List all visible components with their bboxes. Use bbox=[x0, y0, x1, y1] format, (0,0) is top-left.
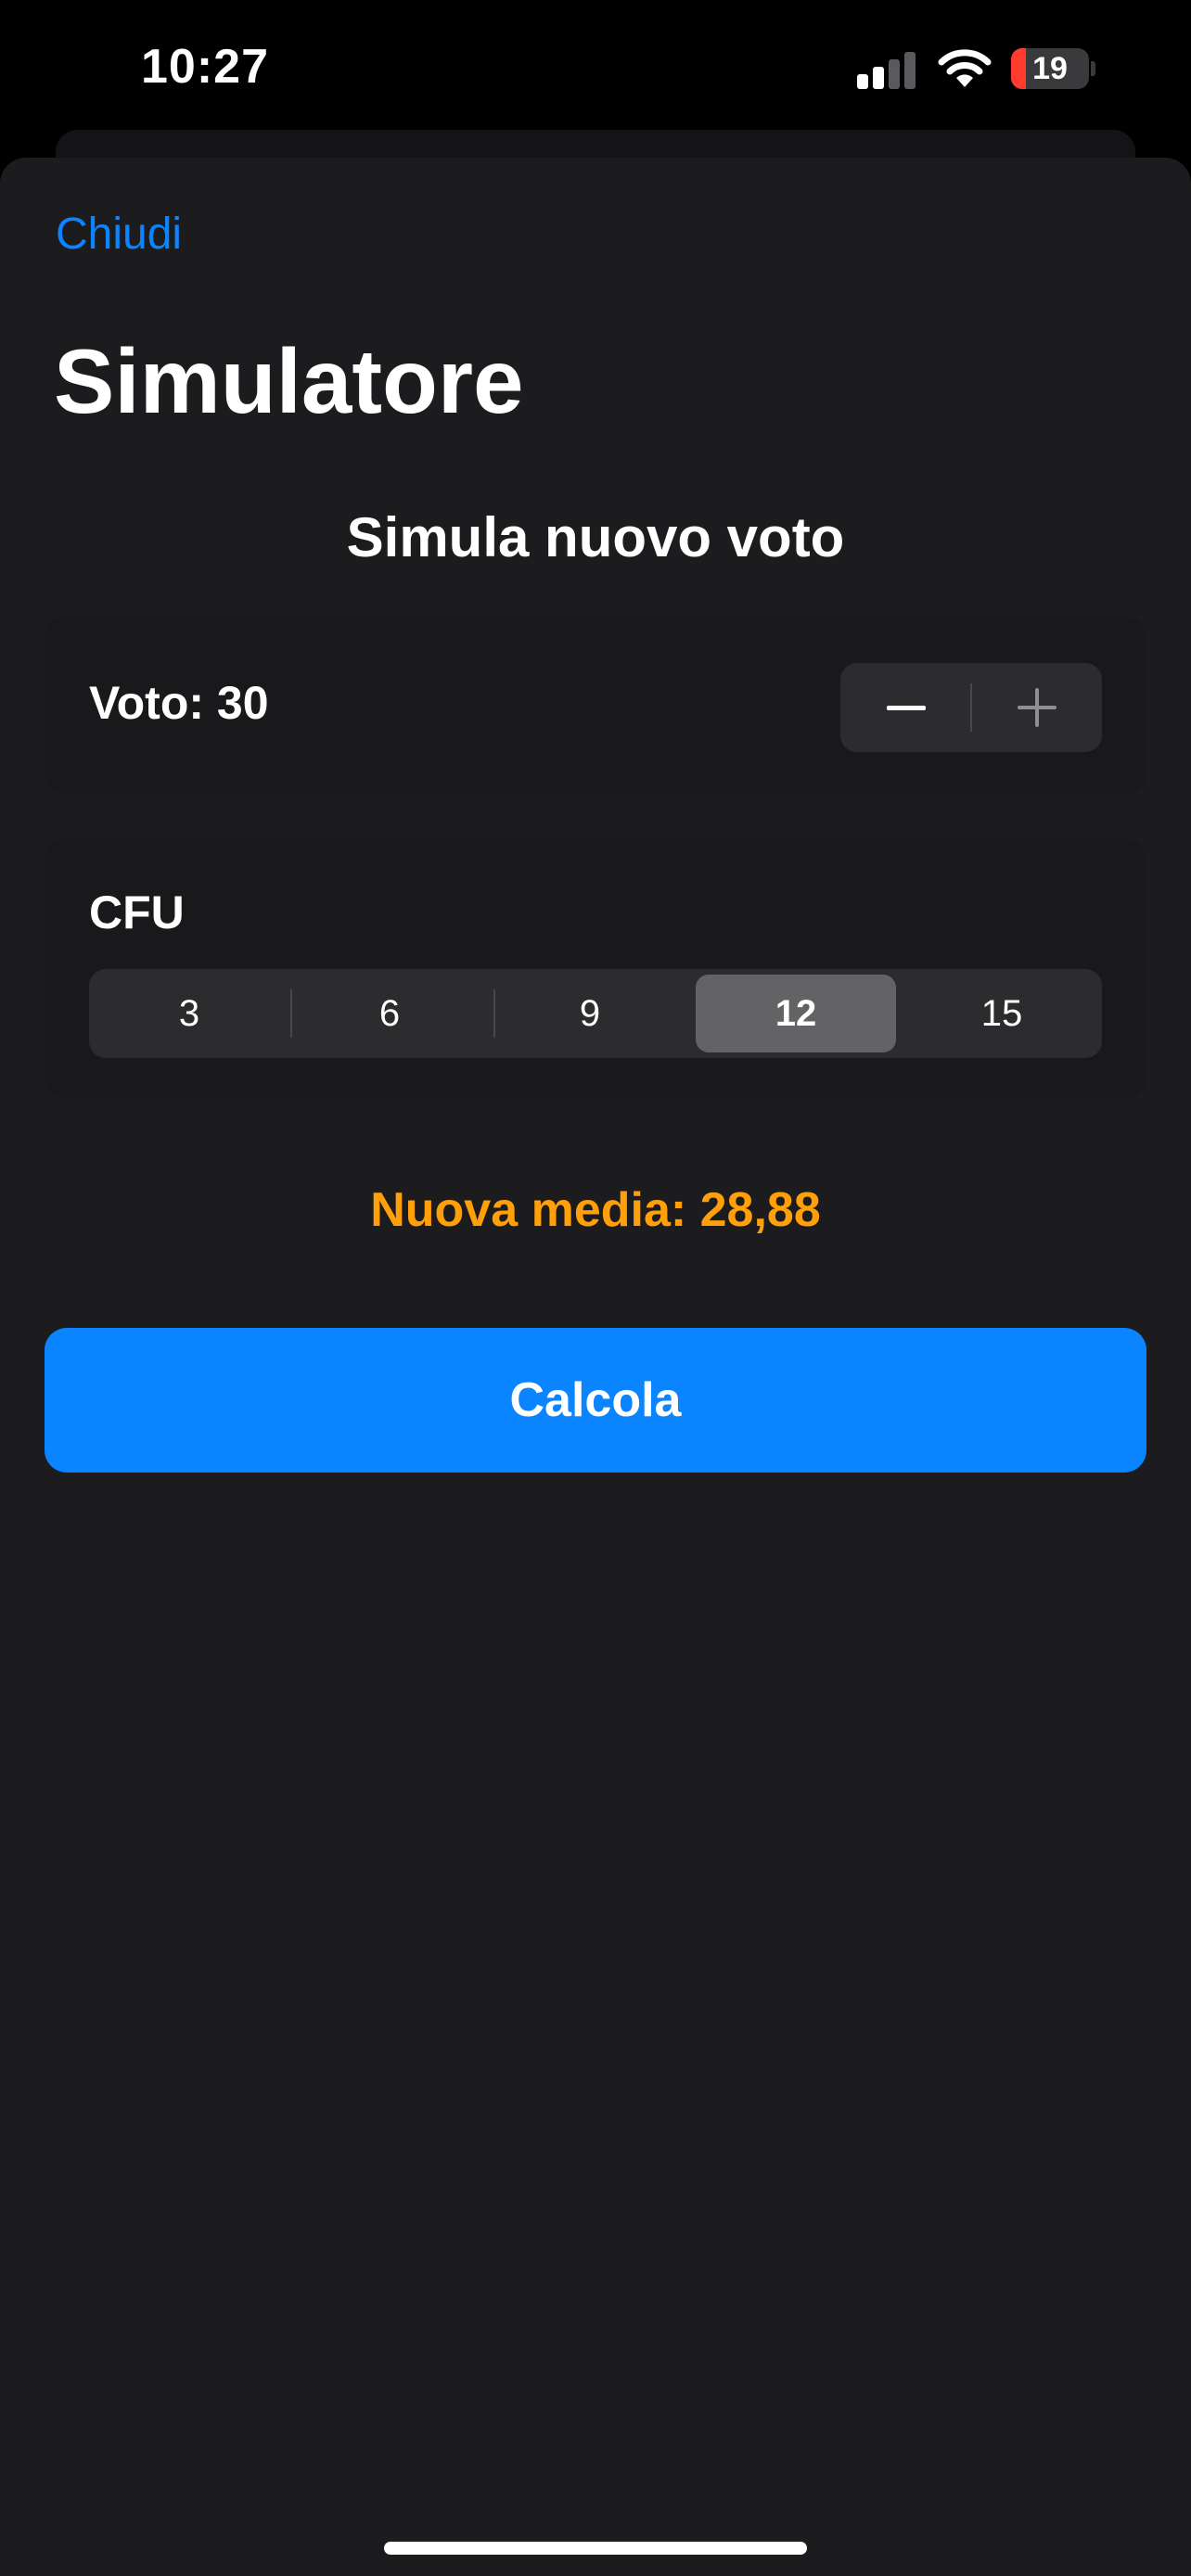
cfu-option-12[interactable]: 12 bbox=[696, 975, 896, 1052]
cfu-option-9[interactable]: 9 bbox=[490, 969, 690, 1058]
calculate-button[interactable]: Calcola bbox=[45, 1328, 1146, 1473]
home-indicator bbox=[384, 2542, 807, 2555]
battery-level: 19 bbox=[1032, 51, 1068, 86]
voto-card: Voto: 30 bbox=[45, 617, 1146, 795]
cfu-option-3[interactable]: 3 bbox=[89, 969, 289, 1058]
cfu-label: CFU bbox=[89, 886, 185, 938]
status-bar: 10:27 19 bbox=[0, 0, 1191, 139]
stepper-divider bbox=[970, 683, 972, 732]
cfu-option-6[interactable]: 6 bbox=[289, 969, 490, 1058]
cfu-option-15[interactable]: 15 bbox=[902, 969, 1102, 1058]
wifi-icon bbox=[938, 49, 992, 87]
signal-icon bbox=[857, 50, 916, 89]
decrement-button[interactable] bbox=[840, 663, 971, 752]
plus-icon bbox=[1017, 688, 1057, 727]
battery-icon: 19 bbox=[1011, 48, 1095, 89]
close-button[interactable]: Chiudi bbox=[56, 209, 182, 260]
segment-divider bbox=[493, 989, 495, 1038]
cfu-card: CFU 3 6 9 12 15 bbox=[45, 839, 1146, 1099]
status-time: 10:27 bbox=[141, 40, 269, 94]
section-title: Simula nuovo voto bbox=[346, 506, 845, 568]
increment-button[interactable] bbox=[971, 663, 1102, 752]
minus-icon bbox=[886, 705, 926, 710]
segment-divider bbox=[290, 989, 293, 1038]
simulator-sheet: Chiudi Simulatore Simula nuovo voto Voto… bbox=[0, 158, 1191, 2576]
new-average-text: Nuova media: 28,88 bbox=[370, 1183, 821, 1237]
voto-label: Voto: 30 bbox=[89, 677, 269, 729]
voto-stepper[interactable] bbox=[840, 663, 1102, 752]
page-title: Simulatore bbox=[54, 330, 524, 432]
cfu-segmented-control[interactable]: 3 6 9 12 15 bbox=[89, 969, 1102, 1058]
